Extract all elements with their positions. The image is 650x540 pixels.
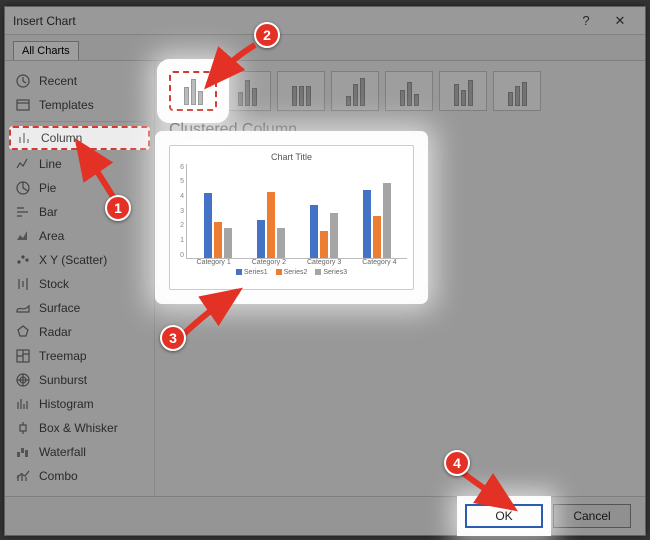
sidebar-item-pie[interactable]: Pie (5, 176, 154, 200)
subtype-row (169, 71, 631, 111)
waterfall-icon (15, 444, 31, 460)
subtype-thumb-2[interactable] (277, 71, 325, 111)
sidebar-item-label: Recent (39, 74, 77, 88)
sidebar-item-label: Line (39, 157, 62, 171)
dialog-title: Insert Chart (13, 14, 569, 28)
sidebar-item-label: Treemap (39, 349, 87, 363)
y-axis: 6543210 (176, 164, 186, 259)
line-icon (15, 156, 31, 172)
sidebar-item-label: Pie (39, 181, 56, 195)
histogram-icon (15, 396, 31, 412)
sidebar-item-area[interactable]: Area (5, 224, 154, 248)
sidebar-item-line[interactable]: Line (5, 152, 154, 176)
legend: Series1 Series2 Series3 (176, 269, 407, 276)
tabs: All Charts (5, 35, 645, 60)
ok-button[interactable]: OK (465, 504, 543, 528)
sidebar-item-histogram[interactable]: Histogram (5, 392, 154, 416)
subtype-thumb-5[interactable] (439, 71, 487, 111)
callout-4: 4 (444, 450, 470, 476)
bar-icon (15, 204, 31, 220)
surface-icon (15, 300, 31, 316)
recent-icon (15, 73, 31, 89)
sidebar-item-label: Area (39, 229, 64, 243)
callout-3: 3 (160, 325, 186, 351)
cancel-button[interactable]: Cancel (553, 504, 631, 528)
legend-series3: Series3 (315, 269, 347, 276)
sidebar-item-combo[interactable]: Combo (5, 464, 154, 488)
subtype-thumb-3[interactable] (331, 71, 379, 111)
sidebar-item-label: X Y (Scatter) (39, 253, 107, 267)
callout-1: 1 (105, 195, 131, 221)
sidebar-item-treemap[interactable]: Treemap (5, 344, 154, 368)
legend-series2: Series2 (276, 269, 308, 276)
plot-area (186, 164, 407, 259)
pie-icon (15, 180, 31, 196)
sidebar-item-label: Box & Whisker (39, 421, 118, 435)
sidebar-item-sunburst[interactable]: Sunburst (5, 368, 154, 392)
sidebar-item-bar[interactable]: Bar (5, 200, 154, 224)
titlebar: Insert Chart ? ✕ (5, 7, 645, 35)
sidebar-item-label: Column (41, 131, 82, 145)
sidebar-item-label: Combo (39, 469, 78, 483)
sidebar-item-label: Bar (39, 205, 58, 219)
sidebar-item-stock[interactable]: Stock (5, 272, 154, 296)
subtype-thumb-1[interactable] (223, 71, 271, 111)
sidebar-item-waterfall[interactable]: Waterfall (5, 440, 154, 464)
sidebar-item-box[interactable]: Box & Whisker (5, 416, 154, 440)
sidebar-item-label: Sunburst (39, 373, 87, 387)
sidebar-item-templates[interactable]: Templates (5, 93, 154, 117)
sidebar-item-label: Surface (39, 301, 80, 315)
area-icon (15, 228, 31, 244)
footer: OK Cancel (5, 496, 645, 535)
tab-all-charts[interactable]: All Charts (13, 41, 79, 60)
sidebar-item-scatter[interactable]: X Y (Scatter) (5, 248, 154, 272)
column-icon (17, 130, 33, 146)
chart-type-sidebar: Recent Templates Column Line Pie Bar Area X Y (… (5, 61, 155, 496)
sidebar-item-label: Histogram (39, 397, 94, 411)
chart-area: 6543210 (176, 164, 407, 259)
legend-series1: Series1 (236, 269, 268, 276)
sidebar-item-label: Waterfall (39, 445, 86, 459)
content: Clustered Column Chart Title 6543210 Cat… (155, 61, 645, 496)
subtype-thumb-4[interactable] (385, 71, 433, 111)
preview-title: Clustered Column (169, 121, 631, 139)
main: Recent Templates Column Line Pie Bar Area X Y (… (5, 60, 645, 496)
subtype-thumb-0[interactable] (169, 71, 217, 111)
stock-icon (15, 276, 31, 292)
sunburst-icon (15, 372, 31, 388)
callout-2: 2 (254, 22, 280, 48)
combo-icon (15, 468, 31, 484)
sidebar-item-recent[interactable]: Recent (5, 69, 154, 93)
sidebar-item-surface[interactable]: Surface (5, 296, 154, 320)
sidebar-item-label: Radar (39, 325, 72, 339)
chart-preview[interactable]: Chart Title 6543210 Category 1Category 2… (169, 145, 414, 290)
help-button[interactable]: ? (569, 7, 603, 35)
question-icon: ? (582, 13, 589, 28)
sidebar-item-column[interactable]: Column (9, 126, 150, 150)
insert-chart-dialog: Insert Chart ? ✕ All Charts Recent Templa… (4, 6, 646, 536)
close-button[interactable]: ✕ (603, 7, 637, 35)
box-icon (15, 420, 31, 436)
templates-icon (15, 97, 31, 113)
treemap-icon (15, 348, 31, 364)
close-icon: ✕ (615, 13, 626, 29)
sidebar-item-label: Templates (39, 98, 94, 112)
x-axis: Category 1Category 2Category 3Category 4 (176, 259, 407, 266)
sidebar-item-radar[interactable]: Radar (5, 320, 154, 344)
scatter-icon (15, 252, 31, 268)
radar-icon (15, 324, 31, 340)
subtype-thumb-6[interactable] (493, 71, 541, 111)
sidebar-item-label: Stock (39, 277, 69, 291)
chart-title: Chart Title (176, 152, 407, 162)
